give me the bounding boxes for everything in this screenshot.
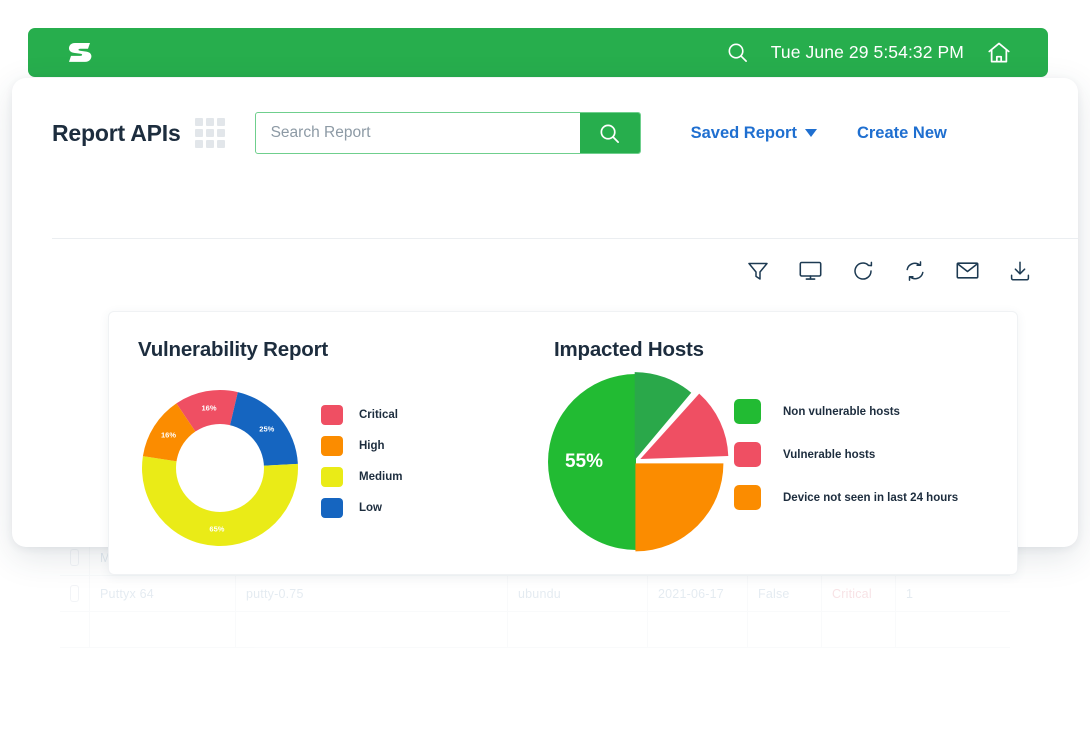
create-new-button[interactable]: Create New xyxy=(857,124,947,143)
header-divider xyxy=(52,238,1078,239)
row-checkbox-cell[interactable] xyxy=(60,611,90,648)
legend-label: Vulnerable hosts xyxy=(783,448,876,461)
pie-svg xyxy=(548,372,729,552)
home-icon[interactable] xyxy=(986,40,1012,66)
legend-label: Low xyxy=(359,502,382,514)
cell-patched: False xyxy=(748,575,822,612)
cell-name: Puttyx 64 xyxy=(90,575,236,612)
legend-swatch-critical xyxy=(321,405,343,425)
legend-swatch-low xyxy=(321,498,343,518)
pie-slice-3[interactable] xyxy=(635,463,724,552)
search-report-box[interactable] xyxy=(254,112,641,154)
cell-file xyxy=(236,611,508,648)
legend-item[interactable]: Non vulnerable hosts xyxy=(734,399,958,424)
cell-severity: Critical xyxy=(822,575,896,612)
legend-swatch-not-seen xyxy=(734,485,761,510)
saved-report-dropdown[interactable]: Saved Report xyxy=(691,124,817,143)
table-row[interactable]: Puttyx 64 putty-0.75 ubundu 2021-06-17 F… xyxy=(60,575,1010,612)
legend-item[interactable]: Critical xyxy=(321,405,402,425)
legend-swatch-vulnerable xyxy=(734,442,761,467)
row-checkbox[interactable] xyxy=(70,585,79,602)
legend-label: High xyxy=(359,440,385,452)
search-submit-button[interactable] xyxy=(579,113,640,153)
pie-slice-0[interactable] xyxy=(548,374,636,550)
legend-item[interactable]: High xyxy=(321,436,402,456)
report-toolbar xyxy=(746,258,1032,283)
cell-file: putty-0.75 xyxy=(236,575,508,612)
row-checkbox-cell[interactable] xyxy=(60,575,90,612)
impacted-hosts-chart-title: Impacted Hosts xyxy=(554,338,704,361)
mail-icon[interactable] xyxy=(955,258,980,283)
cell-patched xyxy=(748,611,822,648)
saved-report-label: Saved Report xyxy=(690,123,797,142)
monitor-icon[interactable] xyxy=(798,258,823,283)
cell-count xyxy=(896,612,956,648)
legend-item[interactable]: Vulnerable hosts xyxy=(734,442,958,467)
sync-icon[interactable] xyxy=(903,259,927,283)
app-root: Mozilla firefox Firefox-Setup-89 putty 2… xyxy=(0,0,1090,729)
cell-severity xyxy=(822,611,896,648)
grid-apps-icon[interactable] xyxy=(194,118,225,148)
cell-host: ubundu xyxy=(508,575,648,612)
legend-item[interactable]: Device not seen in last 24 hours xyxy=(734,485,958,510)
legend-label: Medium xyxy=(359,471,403,483)
filter-icon[interactable] xyxy=(746,259,770,283)
search-icon[interactable] xyxy=(726,41,749,64)
header-links: Saved Report Create New xyxy=(691,124,947,143)
legend-label: Critical xyxy=(359,409,398,421)
page-title: Report APIs xyxy=(52,119,181,146)
app-bar: Tue June 29 5:54:32 PM xyxy=(28,28,1048,77)
legend-swatch-non-vulnerable xyxy=(734,399,761,424)
vulnerability-chart-title: Vulnerability Report xyxy=(138,338,329,361)
cell-name xyxy=(90,611,236,648)
cell-date: 2021-06-17 xyxy=(648,575,748,612)
legend-label: Non vulnerable hosts xyxy=(783,405,900,418)
donut-svg xyxy=(142,390,298,546)
refresh-icon[interactable] xyxy=(851,259,875,283)
cell-count: 1 xyxy=(906,586,914,601)
app-bar-right: Tue June 29 5:54:32 PM xyxy=(726,40,1012,66)
legend-item[interactable]: Low xyxy=(321,498,402,518)
vulnerability-donut-chart[interactable]: 16% 25% 65% 16% xyxy=(129,377,311,559)
clock-label: Tue June 29 5:54:32 PM xyxy=(770,42,964,62)
modal-header: Report APIs Saved Report Create xyxy=(12,78,1078,160)
legend-swatch-high xyxy=(321,436,343,456)
cell-host xyxy=(508,611,648,648)
download-icon[interactable] xyxy=(1008,259,1032,283)
legend-label: Device not seen in last 24 hours xyxy=(783,491,959,504)
charts-card: Vulnerability Report Impacted Hosts 16% 2… xyxy=(108,311,1018,575)
table-row[interactable] xyxy=(60,611,1010,648)
impacted-hosts-pie-chart[interactable]: 55% xyxy=(539,367,729,557)
cell-date xyxy=(648,611,748,648)
legend-item[interactable]: Medium xyxy=(321,467,402,487)
impacted-hosts-legend: Non vulnerable hosts Vulnerable hosts De… xyxy=(734,399,958,510)
chevron-down-icon[interactable] xyxy=(804,129,817,137)
s-logo-icon[interactable] xyxy=(68,39,94,67)
report-modal: Report APIs Saved Report Create xyxy=(12,78,1078,575)
search-input[interactable] xyxy=(255,113,580,153)
row-checkbox[interactable] xyxy=(70,549,79,566)
vulnerability-legend: Critical High Medium Low xyxy=(321,405,402,518)
legend-swatch-medium xyxy=(321,467,343,487)
